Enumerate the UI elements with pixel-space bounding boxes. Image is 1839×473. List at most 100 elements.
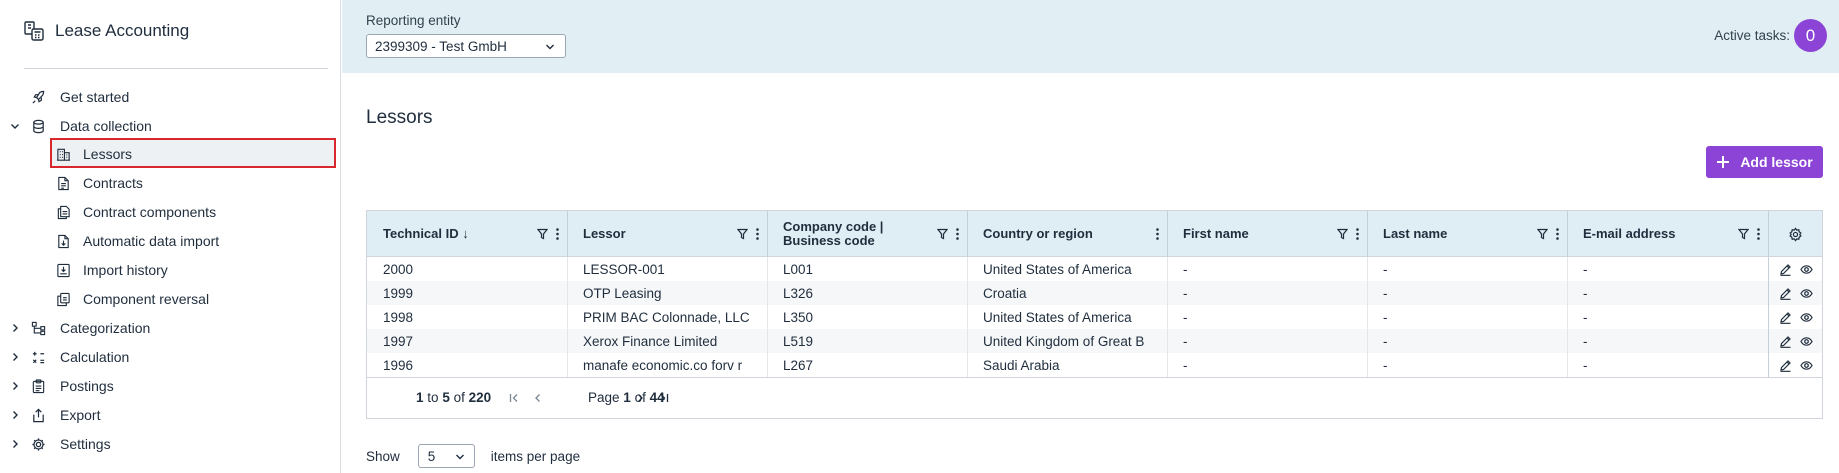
cell-lessor: LESSOR-001 [583,261,665,277]
filter-icon[interactable] [1337,228,1348,240]
view-eye-icon[interactable] [1799,311,1813,324]
sidebar-item-postings[interactable]: Postings [13,375,114,397]
items-per-page-select[interactable]: 5 [417,444,475,468]
column-header-lessor[interactable]: Lessor [567,211,767,257]
sidebar-item-lessors[interactable]: Lessors [56,143,132,165]
column-header-label: Lessor [583,226,626,241]
more-vertical-icon[interactable] [956,228,959,240]
chevron-right-icon[interactable] [9,438,21,450]
chevron-down-icon [455,452,465,462]
row-actions [1768,329,1822,353]
row-actions [1768,257,1822,281]
sidebar-item-data-collection[interactable]: Data collection [11,115,152,137]
view-eye-icon[interactable] [1799,359,1813,372]
more-vertical-icon[interactable] [1757,228,1760,240]
sidebar-item-import-history[interactable]: Import history [56,259,168,281]
documents-icon [56,205,71,220]
app-title: Lease Accounting [55,21,190,40]
table-row[interactable]: 2000 LESSOR-001 L001 United States of Ameri… [367,257,1822,281]
column-header-country[interactable]: Country or region [967,211,1167,257]
chevron-right-icon[interactable] [9,409,21,421]
edit-icon[interactable] [1779,287,1792,300]
cell-country: Croatia [983,285,1027,301]
filter-icon[interactable] [1537,228,1548,240]
sidebar-item-label: Import history [83,262,168,278]
items-per-page-value: 5 [427,448,436,464]
filter-icon[interactable] [537,228,548,240]
table-row[interactable]: 1999 OTP Leasing L326 Croatia - - - [367,281,1822,305]
sidebar-item-categorization[interactable]: Categorization [13,317,150,339]
cell-company-code: L267 [783,357,814,373]
sidebar-item-contract-components[interactable]: Contract components [56,201,216,223]
edit-icon[interactable] [1779,263,1792,276]
items-per-page-suffix: items per page [490,448,581,464]
edit-icon[interactable] [1779,335,1792,348]
active-tasks-badge[interactable]: 0 [1794,19,1827,52]
filter-icon[interactable] [737,228,748,240]
sidebar-item-calculation[interactable]: Calculation [13,346,130,368]
sidebar-item-component-reversal[interactable]: Component reversal [56,288,209,310]
chevron-right-icon[interactable] [9,322,21,334]
sidebar-item-label: Data collection [60,118,152,134]
chevron-right-icon[interactable] [9,351,21,363]
cell-country: United Kingdom of Great B [983,333,1145,349]
more-vertical-icon[interactable] [1556,228,1559,240]
show-label: Show [366,448,400,464]
sidebar-item-label: Contract components [83,204,217,220]
more-vertical-icon[interactable] [1356,228,1359,240]
view-eye-icon[interactable] [1799,287,1813,300]
more-vertical-icon[interactable] [1156,228,1159,240]
sidebar-item-export[interactable]: Export [13,404,100,426]
reversal-icon [56,292,71,307]
database-icon [31,119,46,134]
column-header-technical-id[interactable]: Technical ID ↓ [367,211,567,257]
sidebar-item-get-started[interactable]: Get started [31,86,129,108]
column-header-last-name[interactable]: Last name [1367,211,1567,257]
reporting-entity-select[interactable]: 2399309 - Test GmbH [366,34,566,58]
column-header-tools [1738,228,1760,240]
sidebar-item-settings[interactable]: Settings [13,433,111,455]
column-header-email[interactable]: E-mail address [1567,211,1768,257]
hierarchy-icon [31,321,46,336]
chevron-down-icon[interactable] [9,120,21,132]
view-eye-icon[interactable] [1799,335,1813,348]
column-settings-button[interactable] [1768,211,1822,257]
sidebar-item-label: Component reversal [83,291,210,307]
column-header-label: E-mail address [1583,226,1676,241]
table-row[interactable]: 1998 PRIM BAC Colonnade, LLC L350 United St… [367,305,1822,329]
column-header-company-code[interactable]: Company code | Business code [767,211,967,257]
cell-country: Saudi Arabia [983,357,1060,373]
cell-first-name: - [1183,261,1188,277]
chevron-right-icon[interactable] [9,380,21,392]
previous-page-icon[interactable] [532,392,544,404]
cell-technical-id: 1999 [383,285,414,301]
edit-icon[interactable] [1779,359,1792,372]
more-vertical-icon[interactable] [756,228,759,240]
edit-icon[interactable] [1779,311,1792,324]
table-row[interactable]: 1997 Xerox Finance Limited L519 United King… [367,329,1822,353]
filter-icon[interactable] [1738,228,1749,240]
filter-icon[interactable] [937,228,948,240]
column-header-label: First name [1183,226,1249,241]
sidebar-item-contracts[interactable]: Contracts [56,172,143,194]
reporting-entity-value: 2399309 - Test GmbH [375,38,507,54]
cell-lessor: OTP Leasing [583,285,662,301]
cell-last-name: - [1383,261,1388,277]
sidebar-item-automatic-data-import[interactable]: Automatic data import [56,230,219,252]
import-tray-icon [56,263,71,278]
file-import-icon [56,234,71,249]
range-of-word: of [453,390,465,405]
sidebar-item-label: Calculation [60,349,130,365]
column-header-tools [1156,228,1159,240]
more-vertical-icon[interactable] [556,228,559,240]
column-header-tools [1537,228,1559,240]
pagination: 1 to 5 of 220 Page 1 of 44 [367,377,1822,418]
column-header-first-name[interactable]: First name [1167,211,1367,257]
add-lessor-button[interactable]: Add lessor [1706,146,1823,178]
view-eye-icon[interactable] [1799,263,1813,276]
first-page-icon[interactable] [508,392,520,404]
last-page-icon[interactable] [658,392,670,404]
table-row[interactable]: 1996 manafe economic.co forv r L267 Saudi A… [367,353,1822,377]
active-tasks: Active tasks: 0 [1714,19,1827,52]
next-page-icon[interactable] [634,392,646,404]
